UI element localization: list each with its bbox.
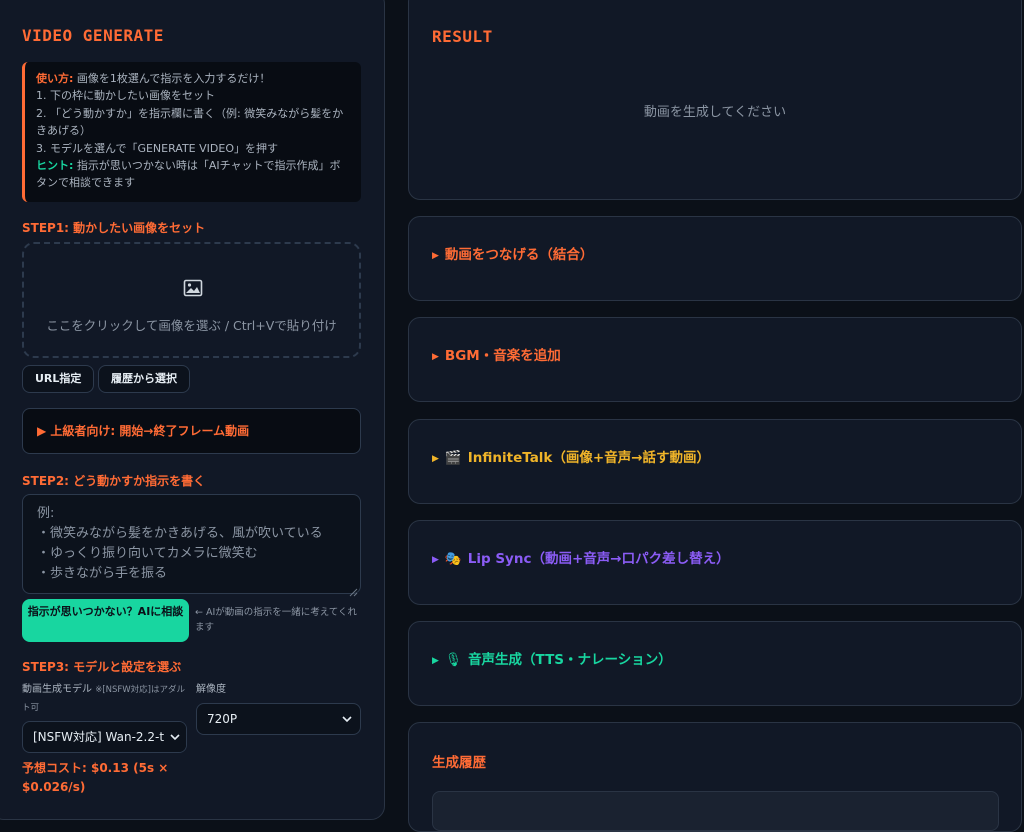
section-lipsync[interactable]: ▶ 🎭 Lip Sync（動画+音声→口パク差し替え）	[408, 520, 1022, 605]
prompt-input[interactable]: 例: ・微笑みながら髪をかきあげる、風が吹いている ・ゆっくり振り向いてカメラに…	[22, 494, 361, 594]
model-label: 動画生成モデル ※[NSFW対応]はアダルト可	[22, 681, 187, 717]
section-tts[interactable]: ▶ 🎙 音声生成（TTS・ナレーション）	[408, 621, 1022, 706]
resize-grip-icon	[349, 588, 358, 597]
howto-box: 使い方: 画像を1枚選んで指示を入力するだけ！ 1. 下の枠に動かしたい画像をセ…	[22, 62, 361, 202]
section-merge-text: 動画をつなげる（結合）	[444, 247, 594, 263]
result-title: RESULT	[432, 27, 493, 46]
expand-triangle-icon: ▶	[432, 555, 439, 565]
resolution-label: 解像度	[196, 684, 226, 695]
clapper-icon: 🎬	[444, 450, 462, 466]
hint-text: 指示が思いつかない時は「AIチャットで指示作成」ボタンで相談できます	[36, 159, 341, 190]
expand-triangle-icon: ▶	[432, 251, 439, 261]
chevron-down-icon	[170, 734, 180, 741]
section-infinitetalk[interactable]: ▶ 🎬 InfiniteTalk（画像+音声→話す動画）	[408, 419, 1022, 504]
resolution-select[interactable]: 720P	[196, 703, 361, 735]
image-dropzone[interactable]: ここをクリックして画像を選ぶ / Ctrl+Vで貼り付け	[22, 242, 361, 358]
howto-heading: 使い方:	[36, 72, 74, 85]
howto-step-2: 2. 「どう動かすか」を指示欄に書く（例: 微笑みながら髪をかきあげる）	[36, 106, 344, 138]
ai-consult-button[interactable]: 指示が思いつかない？AIに相談	[22, 599, 189, 642]
section-lipsync-label: ▶ 🎭 Lip Sync（動画+音声→口パク差し替え）	[432, 547, 730, 567]
advanced-frame-toggle[interactable]: ▶ 上級者向け: 開始→終了フレーム動画	[22, 408, 361, 454]
dropzone-text: ここをクリックして画像を選ぶ / Ctrl+Vで貼り付け	[46, 318, 337, 333]
section-tts-text: 音声生成（TTS・ナレーション）	[468, 652, 672, 668]
expand-triangle-icon: ▶	[432, 656, 439, 666]
image-icon	[183, 279, 203, 297]
resize-handle[interactable]	[349, 582, 358, 597]
section-tts-label: ▶ 🎙 音声生成（TTS・ナレーション）	[432, 648, 672, 668]
history-list	[432, 791, 999, 831]
panel-title: VIDEO GENERATE	[22, 26, 164, 45]
model-select-chevron-wrap	[164, 722, 186, 752]
model-select[interactable]: [NSFW対応] Wan-2.2-turbo	[22, 721, 187, 753]
model-label-text: 動画生成モデル	[22, 684, 92, 695]
section-bgm-text: BGM・音楽を追加	[444, 348, 561, 364]
chevron-down-icon	[342, 716, 352, 723]
howto-heading-text: 画像を1枚選んで指示を入力するだけ！	[73, 72, 271, 85]
section-merge-label: ▶ 動画をつなげる（結合）	[432, 243, 593, 263]
resolution-select-value: 720P	[207, 712, 238, 726]
hint-label: ヒント:	[36, 159, 74, 173]
result-empty-message: 動画を生成してください	[643, 105, 787, 120]
step3-label: STEP3: モデルと設定を選ぶ	[22, 660, 182, 674]
section-infinitetalk-label: ▶ 🎬 InfiniteTalk（画像+音声→話す動画）	[432, 446, 710, 466]
section-bgm[interactable]: ▶ BGM・音楽を追加	[408, 317, 1022, 402]
history-card: 生成履歴	[408, 722, 1022, 832]
section-bgm-label: ▶ BGM・音楽を追加	[432, 344, 561, 364]
history-select-button[interactable]: 履歴から選択	[98, 365, 190, 393]
history-title: 生成履歴	[432, 755, 486, 771]
microphone-icon: 🎙	[444, 652, 463, 668]
url-button[interactable]: URL指定	[22, 365, 95, 393]
result-card: RESULT 動画を生成してください	[408, 0, 1022, 200]
estimated-cost: 予想コスト: $0.13 (5s × $0.026/s)	[22, 761, 169, 794]
howto-step-1: 1. 下の枠に動かしたい画像をセット	[36, 89, 215, 103]
step2-label: STEP2: どう動かすか指示を書く	[22, 474, 206, 488]
masks-icon: 🎭	[444, 551, 462, 567]
section-merge[interactable]: ▶ 動画をつなげる（結合）	[408, 216, 1022, 301]
ai-note: ← AIが動画の指示を一緒に考えてくれます	[195, 607, 358, 633]
expand-triangle-icon: ▶	[432, 352, 439, 362]
section-lipsync-text: Lip Sync（動画+音声→口パク差し替え）	[467, 551, 730, 567]
expand-triangle-icon: ▶	[432, 454, 439, 464]
howto-step-3: 3. モデルを選んで「GENERATE VIDEO」を押す	[36, 141, 278, 155]
step1-label: STEP1: 動かしたい画像をセット	[22, 221, 206, 235]
section-infinitetalk-text: InfiniteTalk（画像+音声→話す動画）	[467, 450, 711, 466]
